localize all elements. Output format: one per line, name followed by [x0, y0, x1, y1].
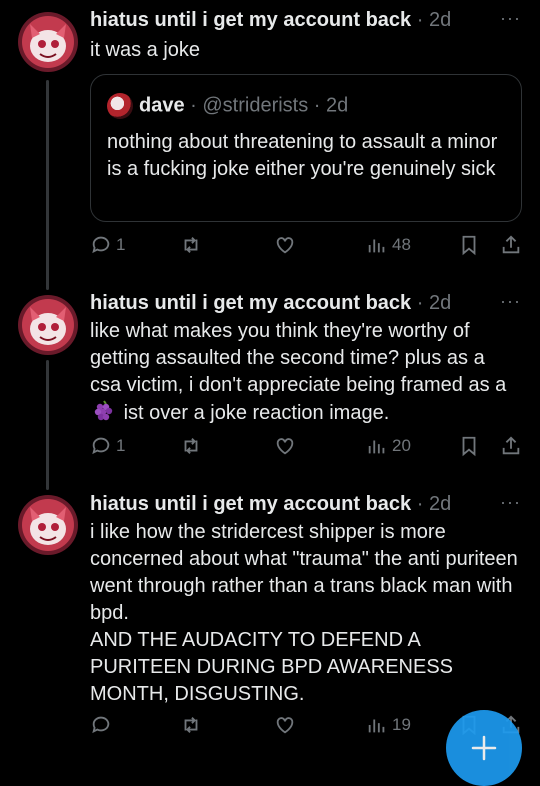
- post-text-part: ist over a joke reaction image.: [123, 402, 390, 424]
- quote-header: dave · @striderists · 2d: [107, 93, 348, 119]
- share-icon: [502, 235, 520, 254]
- post-actions: 1 20: [90, 435, 525, 461]
- quote-text: nothing about threatening to assault a m…: [107, 131, 498, 180]
- repost-button[interactable]: [180, 714, 202, 736]
- post-time[interactable]: · 2d: [417, 493, 451, 515]
- views-count: 20: [392, 436, 411, 455]
- views-button[interactable]: 19: [366, 714, 411, 736]
- avatar-image: [18, 12, 78, 72]
- compose-button[interactable]: [446, 710, 522, 786]
- share-icon: [502, 436, 520, 455]
- heart-icon: [276, 237, 294, 254]
- thread-line: [46, 360, 49, 490]
- views-icon: [368, 719, 385, 733]
- views-count: 48: [392, 235, 411, 254]
- reply-icon: [92, 716, 110, 734]
- post-actions: 1 48: [90, 234, 525, 260]
- more-icon[interactable]: ···: [500, 492, 521, 513]
- post-text: it was a joke: [90, 39, 201, 61]
- bookmark-button[interactable]: [458, 435, 480, 457]
- views-button[interactable]: 20: [366, 435, 411, 457]
- author-name[interactable]: hiatus until i get my account back: [90, 493, 411, 515]
- views-icon: [368, 239, 385, 253]
- share-button[interactable]: [500, 435, 522, 457]
- author-name[interactable]: hiatus until i get my account back: [90, 292, 411, 314]
- post-header: hiatus until i get my account back · 2d: [90, 292, 451, 315]
- quote-handle: · @striderists · 2d: [190, 94, 349, 117]
- reply-count: 1: [116, 436, 126, 455]
- reply-button[interactable]: 1: [90, 234, 125, 256]
- bookmark-button[interactable]: [458, 234, 480, 256]
- post-text: like what makes you think they're worthy…: [90, 318, 520, 427]
- like-button[interactable]: [274, 714, 296, 736]
- more-icon[interactable]: ···: [500, 291, 521, 312]
- bookmark-icon: [462, 436, 476, 457]
- quoted-post[interactable]: dave · @striderists · 2d nothing about t…: [90, 74, 522, 222]
- repost-button[interactable]: [180, 435, 202, 457]
- repost-icon: [184, 438, 198, 454]
- quote-author: dave: [139, 94, 185, 117]
- avatar[interactable]: [18, 495, 78, 555]
- views-icon: [368, 440, 385, 454]
- avatar-image: [18, 295, 78, 355]
- repost-button[interactable]: [180, 234, 202, 256]
- grapes-icon: [94, 400, 113, 421]
- share-button[interactable]: [500, 234, 522, 256]
- reply-button[interactable]: 1: [90, 435, 125, 457]
- reply-button[interactable]: [90, 714, 112, 736]
- plus-icon: [471, 735, 497, 761]
- author-name[interactable]: hiatus until i get my account back: [90, 9, 411, 31]
- repost-icon: [184, 717, 198, 733]
- like-button[interactable]: [274, 234, 296, 256]
- like-button[interactable]: [274, 435, 296, 457]
- reply-count: 1: [116, 235, 126, 254]
- reply-icon: [92, 437, 110, 455]
- avatar-image: [18, 495, 78, 555]
- avatar[interactable]: [18, 295, 78, 355]
- post-header: hiatus until i get my account back · 2d: [90, 493, 451, 516]
- bookmark-icon: [462, 235, 476, 256]
- thread-line: [46, 80, 49, 290]
- views-button[interactable]: 48: [366, 234, 411, 256]
- post-time[interactable]: · 2d: [417, 9, 451, 31]
- repost-icon: [184, 237, 198, 253]
- avatar[interactable]: [18, 12, 78, 72]
- reply-icon: [92, 236, 110, 254]
- views-count: 19: [392, 715, 411, 734]
- post-text-part: like what makes you think they're worthy…: [90, 320, 507, 396]
- post-text: i like how the stridercest shipper is mo…: [90, 521, 518, 705]
- post-header: hiatus until i get my account back · 2d: [90, 9, 451, 32]
- more-icon[interactable]: ···: [500, 8, 521, 29]
- post-time[interactable]: · 2d: [417, 292, 451, 314]
- heart-icon: [276, 717, 294, 734]
- heart-icon: [276, 438, 294, 455]
- quote-avatar: [107, 93, 133, 119]
